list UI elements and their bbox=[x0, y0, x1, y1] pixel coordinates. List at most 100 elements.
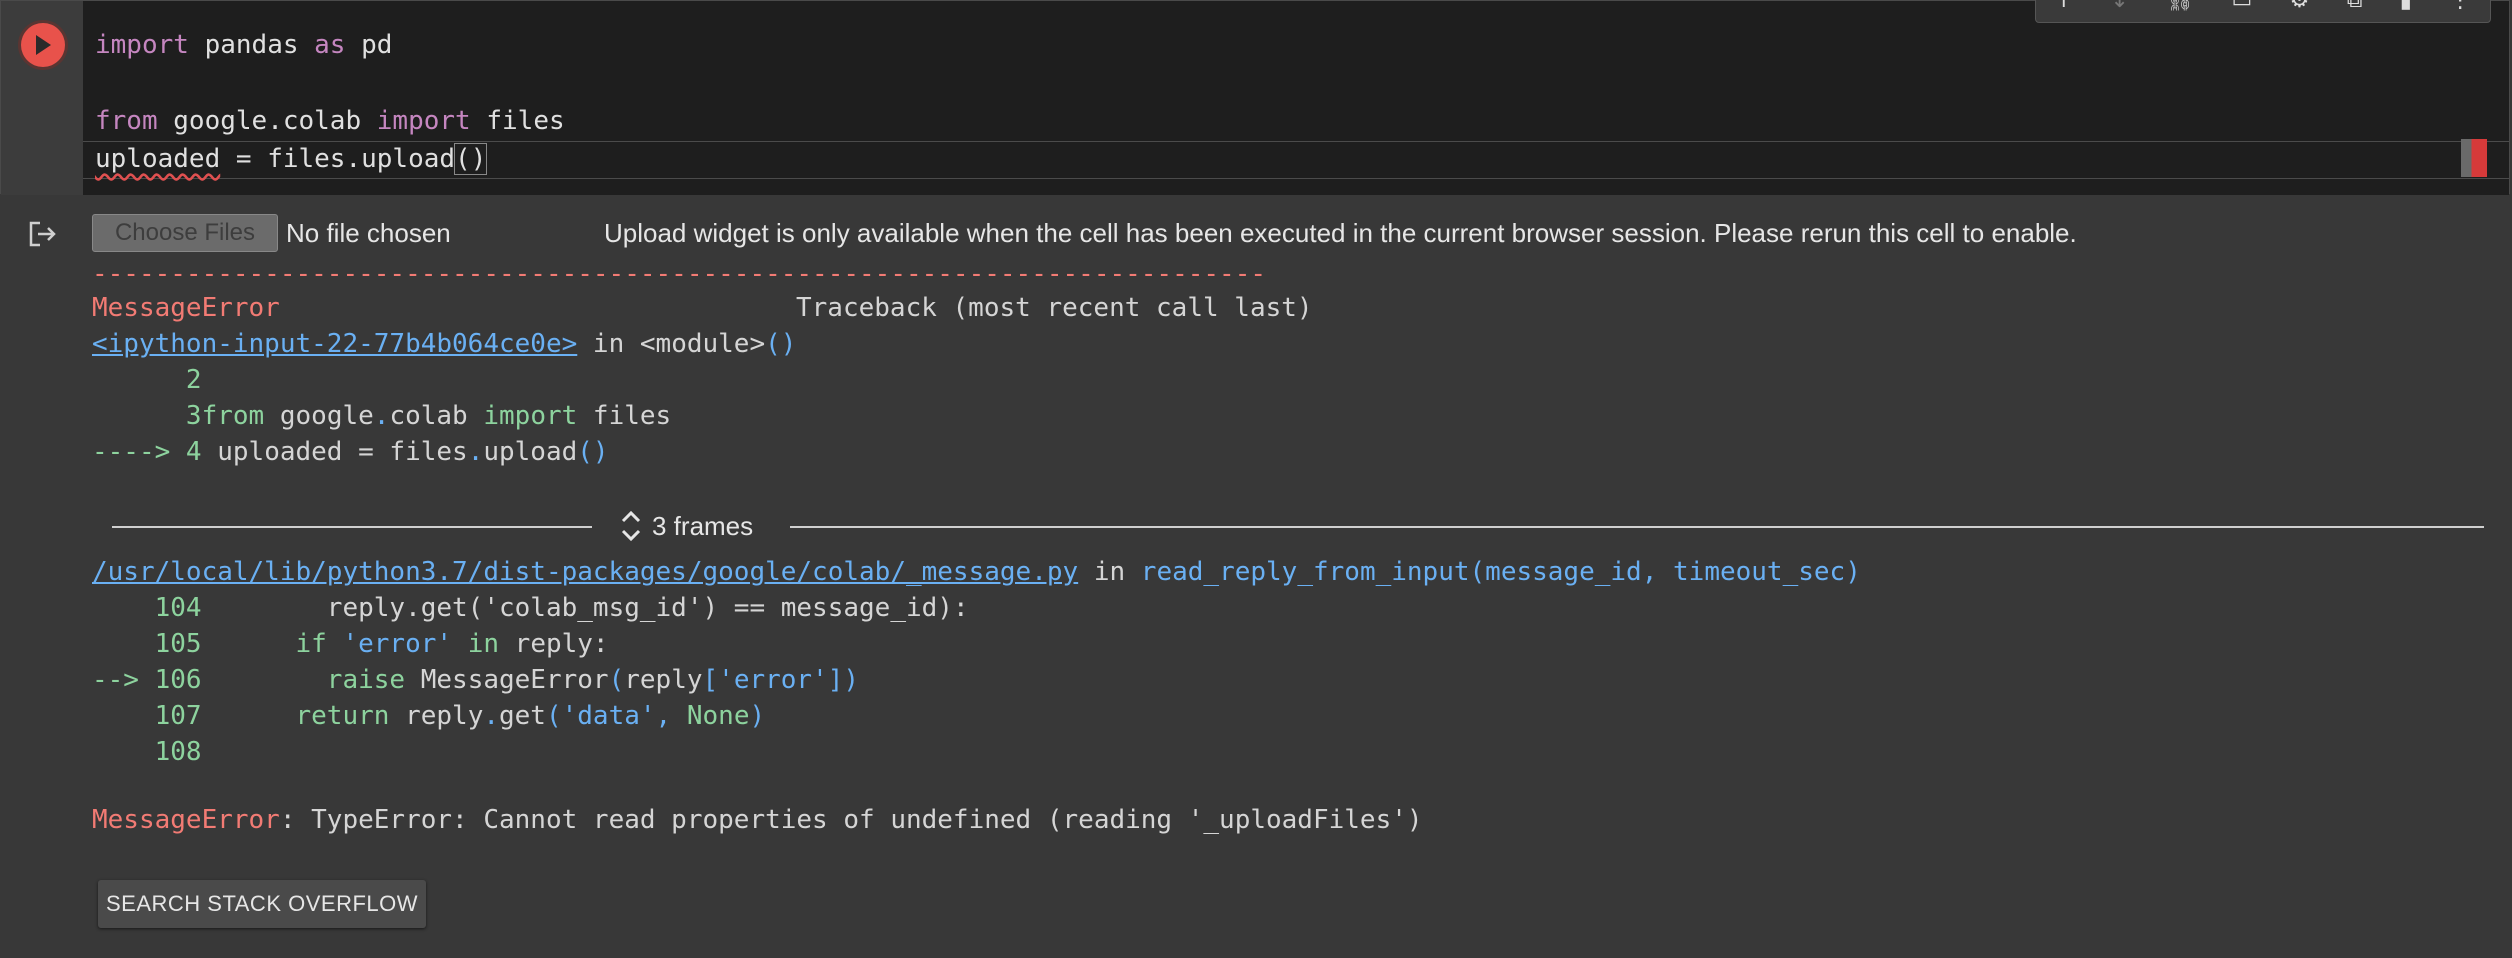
editor-scroll-marker[interactable] bbox=[2461, 139, 2487, 177]
line-number-arrow: ----> 4 bbox=[92, 437, 202, 467]
frame2-line-105: 105 if 'error' in reply: bbox=[92, 626, 609, 662]
keyword: import bbox=[376, 106, 471, 136]
code-cell: import pandas as pd from google.colab im… bbox=[0, 0, 2510, 195]
keyword: raise bbox=[201, 665, 406, 695]
move-up-icon[interactable]: ↑ bbox=[2055, 0, 2073, 13]
frame2-line-104: 104 reply.get('colab_msg_id') == message… bbox=[92, 590, 969, 626]
in-text: in bbox=[1078, 557, 1141, 587]
line-number-arrow: --> 106 bbox=[92, 665, 202, 695]
traceback-dash-rule: ----------------------------------------… bbox=[92, 259, 1266, 289]
frames-toggle[interactable]: 3 frames bbox=[620, 506, 753, 546]
code-text: , bbox=[655, 701, 687, 731]
parens: ) bbox=[843, 665, 860, 695]
code-text: uploaded bbox=[95, 144, 221, 174]
frame2-line-106: --> 106 raise MessageError(reply['error'… bbox=[92, 662, 859, 698]
error-name: MessageError bbox=[92, 805, 280, 835]
frame2-line-108: 108 bbox=[92, 737, 202, 767]
play-icon bbox=[36, 35, 51, 55]
parens: ( bbox=[608, 665, 625, 695]
in-text: in bbox=[577, 329, 640, 359]
code-text: = files.upload bbox=[220, 144, 456, 174]
string: ['error'] bbox=[702, 665, 844, 695]
keyword: return bbox=[201, 701, 390, 731]
keyword: if bbox=[201, 629, 327, 659]
string: 'error' bbox=[326, 629, 453, 659]
frames-divider-left bbox=[112, 526, 592, 528]
frame2-header: /usr/local/lib/python3.7/dist-packages/g… bbox=[92, 554, 1861, 590]
line-number: 104 bbox=[92, 593, 202, 623]
frame2-link[interactable]: /usr/local/lib/python3.7/dist-packages/g… bbox=[92, 557, 1078, 587]
code-text: reply bbox=[624, 665, 703, 695]
choose-files-button[interactable]: Choose Files bbox=[92, 214, 278, 252]
comment-icon[interactable]: ▭ bbox=[2232, 0, 2253, 13]
trash-icon[interactable]: ▮ bbox=[2400, 0, 2412, 13]
frame1-line-3: 3from google.colab import files bbox=[92, 398, 671, 434]
code-text: reply: bbox=[499, 629, 609, 659]
more-vert-icon[interactable]: ⋮ bbox=[2449, 0, 2471, 13]
keyword: import bbox=[95, 30, 189, 60]
function-signature: read_reply_from_input(message_id, timeou… bbox=[1140, 557, 1861, 587]
keyword: in bbox=[452, 629, 500, 659]
keyword: from bbox=[201, 401, 265, 431]
code-editor[interactable]: import pandas as pd from google.colab im… bbox=[83, 1, 2509, 195]
code-text: pd bbox=[345, 30, 393, 60]
cell-toolbar: ↑ ↓ ⛓ ▭ ⚙ ⧉ ▮ ⋮ bbox=[2035, 0, 2491, 23]
code-line-4: uploaded = files.upload() bbox=[95, 141, 488, 177]
mirror-cell-icon[interactable]: ⧉ bbox=[2347, 0, 2363, 13]
code-text: reply.get('colab_msg_id') == message_id)… bbox=[201, 593, 969, 623]
line-number: 3 bbox=[92, 401, 202, 431]
code-text: reply bbox=[389, 701, 484, 731]
code-text: files bbox=[470, 106, 565, 136]
final-error-line: MessageError: TypeError: Cannot read pro… bbox=[92, 802, 1423, 838]
line-number: 105 bbox=[92, 629, 202, 659]
code-text: . bbox=[483, 701, 499, 731]
keyword: from bbox=[95, 106, 158, 136]
parens: () bbox=[765, 329, 797, 359]
code-text: MessageError bbox=[405, 665, 609, 695]
cell-gutter bbox=[1, 1, 83, 195]
code-text: files bbox=[577, 401, 672, 431]
error-message: : TypeError: Cannot read properties of u… bbox=[279, 805, 1423, 835]
link-icon[interactable]: ⛓ bbox=[2166, 0, 2194, 13]
frame1-line-2: 2 bbox=[92, 365, 202, 395]
code-text: . bbox=[467, 437, 484, 467]
cell-output: Choose Files No file chosen Upload widge… bbox=[0, 194, 2512, 958]
search-stack-overflow-button[interactable]: SEARCH STACK OVERFLOW bbox=[98, 880, 426, 928]
frame1-line-4: ----> 4 uploaded = files.upload() bbox=[92, 434, 609, 470]
parens: ( bbox=[545, 701, 562, 731]
gear-icon[interactable]: ⚙ bbox=[2290, 0, 2310, 13]
chevron-updown-icon bbox=[621, 510, 641, 542]
code-line-3: from google.colab import files bbox=[95, 103, 565, 139]
output-exit-icon[interactable] bbox=[28, 220, 58, 252]
frame2-line-107: 107 return reply.get('data', None) bbox=[92, 698, 766, 734]
code-line-1: import pandas as pd bbox=[95, 27, 392, 63]
parens: () bbox=[577, 437, 609, 467]
code-text: uploaded = files bbox=[201, 437, 468, 467]
code-text: colab bbox=[389, 401, 484, 431]
frames-label: 3 frames bbox=[652, 510, 754, 541]
traceback-title: Traceback (most recent call last) bbox=[796, 293, 1313, 323]
code-text: . bbox=[373, 401, 390, 431]
code-text: google.colab bbox=[157, 106, 377, 136]
keyword: as bbox=[314, 30, 346, 60]
frame1-link[interactable]: <ipython-input-22-77b4b064ce0e> bbox=[92, 329, 577, 359]
move-down-icon[interactable]: ↓ bbox=[2110, 0, 2128, 13]
traceback-header-line: MessageError bbox=[92, 290, 280, 326]
parens: ) bbox=[749, 701, 766, 731]
module-text: <module> bbox=[639, 329, 766, 359]
code-text: upload bbox=[483, 437, 578, 467]
line-number: 107 bbox=[92, 701, 202, 731]
code-text: google bbox=[264, 401, 374, 431]
code-text: get bbox=[499, 701, 546, 731]
frames-divider-right bbox=[790, 526, 2484, 528]
error-name: MessageError bbox=[92, 293, 280, 323]
code-text: pandas bbox=[188, 30, 315, 60]
no-file-text: No file chosen bbox=[286, 218, 451, 248]
run-cell-button[interactable] bbox=[21, 23, 65, 67]
widget-notice: Upload widget is only available when the… bbox=[604, 218, 2077, 248]
code-text: () bbox=[454, 143, 488, 175]
frame1-header: <ipython-input-22-77b4b064ce0e> in <modu… bbox=[92, 326, 796, 362]
keyword: import bbox=[483, 401, 578, 431]
keyword: None bbox=[686, 701, 750, 731]
string: 'data' bbox=[561, 701, 656, 731]
